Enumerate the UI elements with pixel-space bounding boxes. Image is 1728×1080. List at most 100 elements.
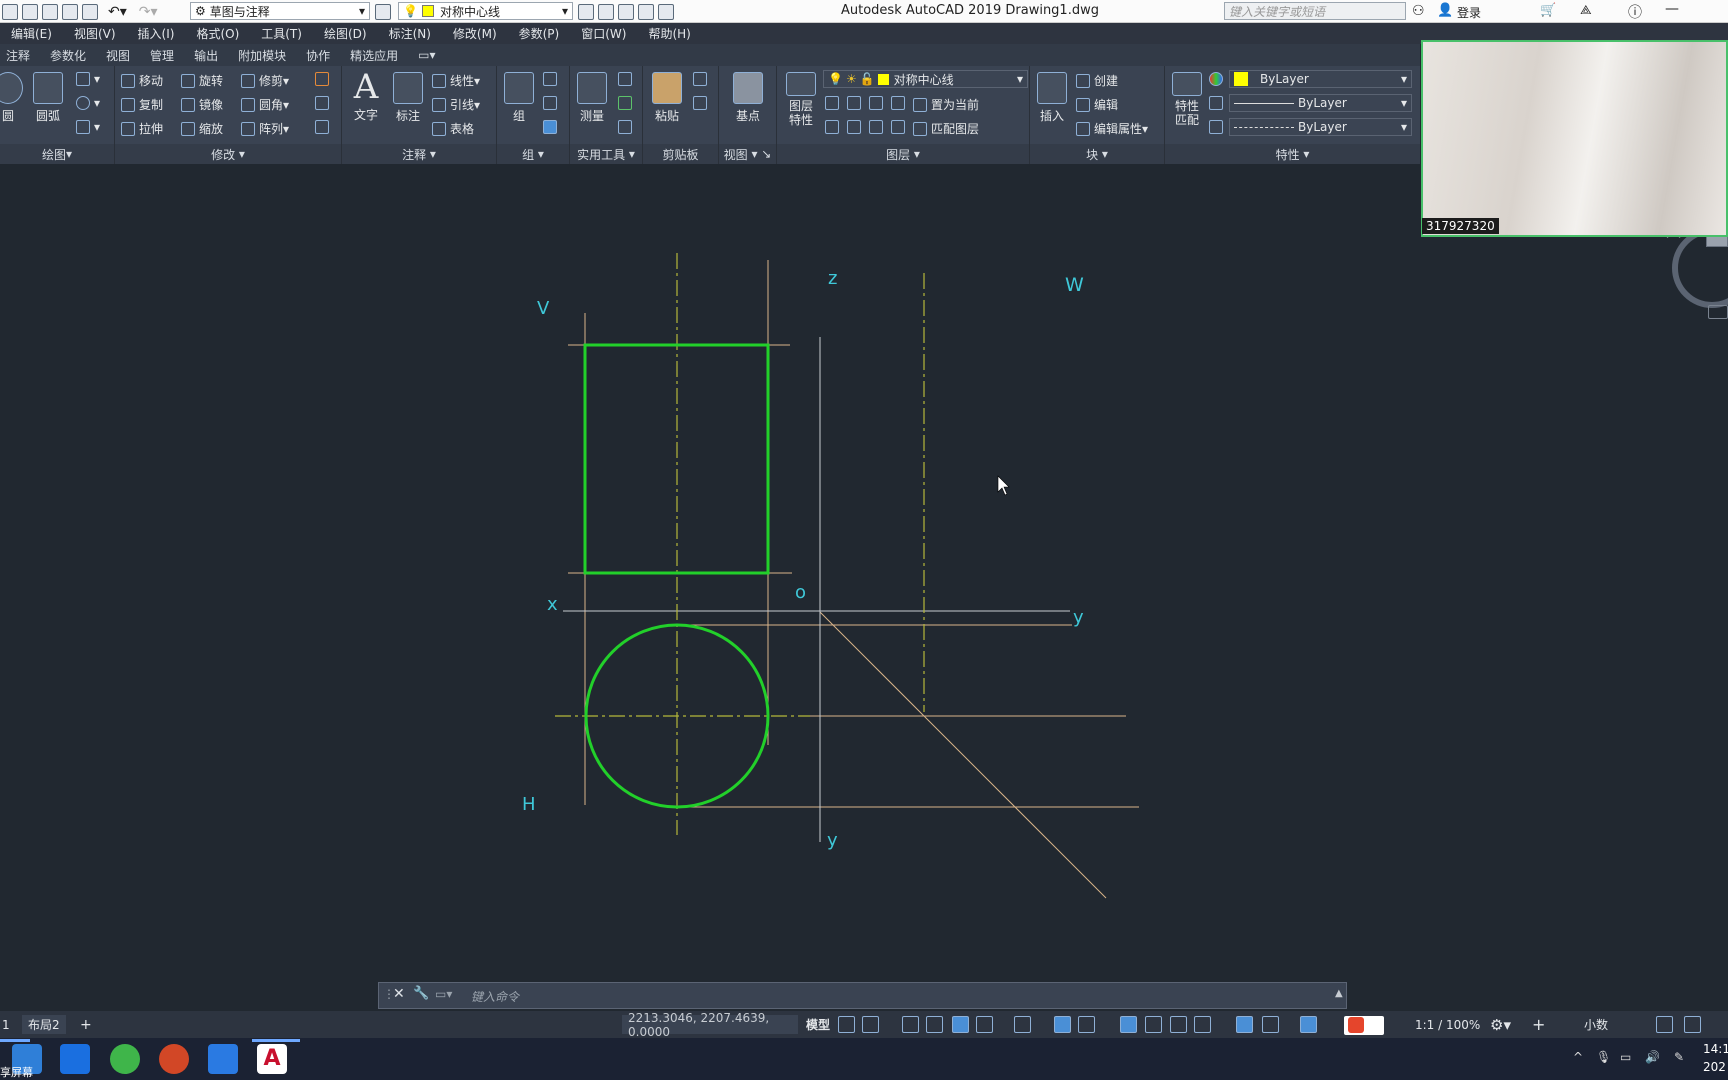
quick-select-icon[interactable] [618, 72, 636, 86]
cut-icon[interactable] [693, 72, 711, 86]
gear-icon[interactable]: ⚙▾ [1490, 1015, 1511, 1034]
browser-app-icon[interactable] [110, 1044, 140, 1074]
layer-thaw-icon[interactable] [869, 120, 887, 134]
hatch-icon[interactable]: ▾ [76, 120, 100, 134]
wcs-menu-icon[interactable] [1708, 305, 1728, 319]
tab-addins[interactable]: 附加模块 [238, 47, 286, 64]
move-button[interactable]: 移动 [121, 72, 163, 89]
help-icon[interactable]: ⓘ [1628, 2, 1642, 22]
grid-icon[interactable] [838, 1016, 855, 1033]
layer-lock-icon[interactable] [891, 96, 909, 110]
lineweight-dropdown[interactable]: ByLayer ▾ [1229, 94, 1412, 112]
workspace-dropdown[interactable]: ⚙ 草图与注释 ▾ [190, 2, 370, 20]
drawing-canvas[interactable]: V W H z x o y y 西 [0, 164, 1728, 981]
autocad-app-icon[interactable]: A [257, 1044, 287, 1074]
layer-unisolate-icon[interactable] [847, 120, 865, 134]
calculator-icon[interactable] [618, 120, 636, 134]
menu-format[interactable]: 格式(O) [196, 25, 239, 42]
arc-button[interactable]: 圆弧 [28, 72, 68, 124]
isodraft-icon[interactable] [1014, 1016, 1031, 1033]
set-current-button[interactable]: 置为当前 [913, 96, 979, 113]
ellipse-icon[interactable]: ▾ [76, 96, 100, 110]
units-value[interactable]: 小数 [1584, 1015, 1608, 1034]
match-layer-button[interactable]: 匹配图层 [913, 120, 979, 137]
layer-unlock-icon[interactable] [891, 120, 909, 134]
copy-clip-icon[interactable] [693, 96, 711, 110]
array-button[interactable]: 阵列 ▾ [241, 120, 289, 137]
tab-overflow-icon[interactable]: ▭▾ [418, 48, 435, 62]
3d-osnap-icon[interactable] [1194, 1016, 1211, 1033]
fillet-button[interactable]: 圆角 ▾ [241, 96, 289, 113]
match-icon[interactable] [578, 4, 594, 20]
menu-dimension[interactable]: 标注(N) [389, 25, 431, 42]
polar-icon[interactable] [976, 1016, 993, 1033]
layout-tab-2[interactable]: 布局2 [22, 1015, 66, 1034]
rectangle-icon[interactable]: ▾ [76, 72, 100, 86]
share-icon[interactable] [658, 4, 674, 20]
erase-icon[interactable] [315, 72, 333, 86]
undo-icon[interactable]: ↶▾ [108, 4, 127, 20]
tab-annotate[interactable]: 注释 [6, 47, 30, 64]
offset-icon[interactable] [315, 120, 333, 134]
panel-utilities-title[interactable]: 实用工具 ▾ [570, 144, 642, 164]
annotation-scale[interactable]: 1:1 / 100% [1415, 1015, 1480, 1034]
tab-view[interactable]: 视图 [106, 47, 130, 64]
tray-expand-icon[interactable]: ^ [1573, 1050, 1583, 1064]
add-layout-button[interactable]: + [80, 1015, 92, 1034]
match-properties-button[interactable]: 特性 匹配 [1167, 72, 1207, 127]
panel-view-title[interactable]: 视图 ▾ ↘ [719, 144, 776, 164]
feishu-app-icon[interactable] [60, 1044, 90, 1074]
layer-off-icon[interactable] [825, 96, 843, 110]
linetype-icon[interactable] [1209, 120, 1227, 134]
cart-icon[interactable]: 🛒 [1540, 3, 1556, 18]
text-button[interactable]: A 文字 [346, 68, 386, 123]
menu-modify[interactable]: 修改(M) [453, 25, 497, 42]
menu-view[interactable]: 视图(V) [74, 25, 116, 42]
trim-button[interactable]: 修剪 ▾ [241, 72, 289, 89]
scale-button[interactable]: 缩放 [181, 120, 223, 137]
layer-dropdown[interactable]: 💡 ☀ 🔓 对称中心线 ▾ [823, 70, 1028, 88]
wrench-icon[interactable]: 🔧 [413, 986, 429, 1001]
command-input[interactable]: 键入命令 [471, 988, 519, 1005]
lineweight-icon[interactable] [1209, 96, 1227, 110]
layer-properties-button[interactable]: 图层 特性 [781, 72, 821, 127]
linear-button[interactable]: 线性 ▾ [432, 72, 480, 89]
autodesk-a360-icon[interactable]: ⟁ [1580, 3, 1592, 18]
tab-output[interactable]: 输出 [194, 47, 218, 64]
pen-icon[interactable]: ✎ [1674, 1050, 1684, 1064]
layer-prev-icon[interactable] [598, 4, 614, 20]
group-button[interactable]: 组 [499, 72, 539, 124]
lineweight-toggle-icon[interactable] [1120, 1016, 1137, 1033]
leader-button[interactable]: 引线 ▾ [432, 96, 480, 113]
rotate-button[interactable]: 旋转 [181, 72, 223, 89]
save-as-icon[interactable] [62, 3, 78, 20]
menu-edit[interactable]: 编辑(E) [11, 25, 52, 42]
share-screen-label[interactable]: 享屏幕 [0, 1064, 33, 1080]
group-edit-icon[interactable] [543, 96, 561, 110]
copy-button[interactable]: 复制 [121, 96, 163, 113]
layer-state-icon[interactable] [618, 4, 634, 20]
ime-indicator[interactable] [1344, 1016, 1384, 1035]
microphone-icon[interactable]: 🎙 [1596, 1050, 1611, 1064]
plot-icon[interactable] [82, 3, 98, 20]
binoculars-icon[interactable]: ⚇ [1412, 3, 1425, 19]
panel-draw-title[interactable]: 绘图 ▾ [0, 144, 114, 164]
dimension-button[interactable]: 标注 [388, 72, 428, 124]
menu-help[interactable]: 帮助(H) [648, 25, 690, 42]
selection-filter-icon[interactable] [1262, 1016, 1279, 1033]
dynamic-input-icon[interactable] [926, 1016, 943, 1033]
menu-insert[interactable]: 插入(I) [138, 25, 175, 42]
stretch-button[interactable]: 拉伸 [121, 120, 163, 137]
table-button[interactable]: 表格 [432, 120, 474, 137]
ungroup-icon[interactable] [543, 72, 561, 86]
layout-tab-1[interactable]: 1 [2, 1015, 10, 1034]
model-space-button[interactable]: 模型 [806, 1015, 830, 1034]
paste-button[interactable]: 粘贴 [647, 72, 687, 124]
object-snap-icon[interactable] [1078, 1016, 1095, 1033]
save-icon[interactable] [42, 3, 58, 20]
tab-parametric[interactable]: 参数化 [50, 47, 86, 64]
tab-featured-apps[interactable]: 精选应用 [350, 47, 398, 64]
object-snap-tracking-icon[interactable] [1054, 1016, 1071, 1033]
chevron-up-icon[interactable]: ▲ [1335, 988, 1343, 999]
edit-attributes-button[interactable]: 编辑属性 ▾ [1076, 120, 1148, 137]
